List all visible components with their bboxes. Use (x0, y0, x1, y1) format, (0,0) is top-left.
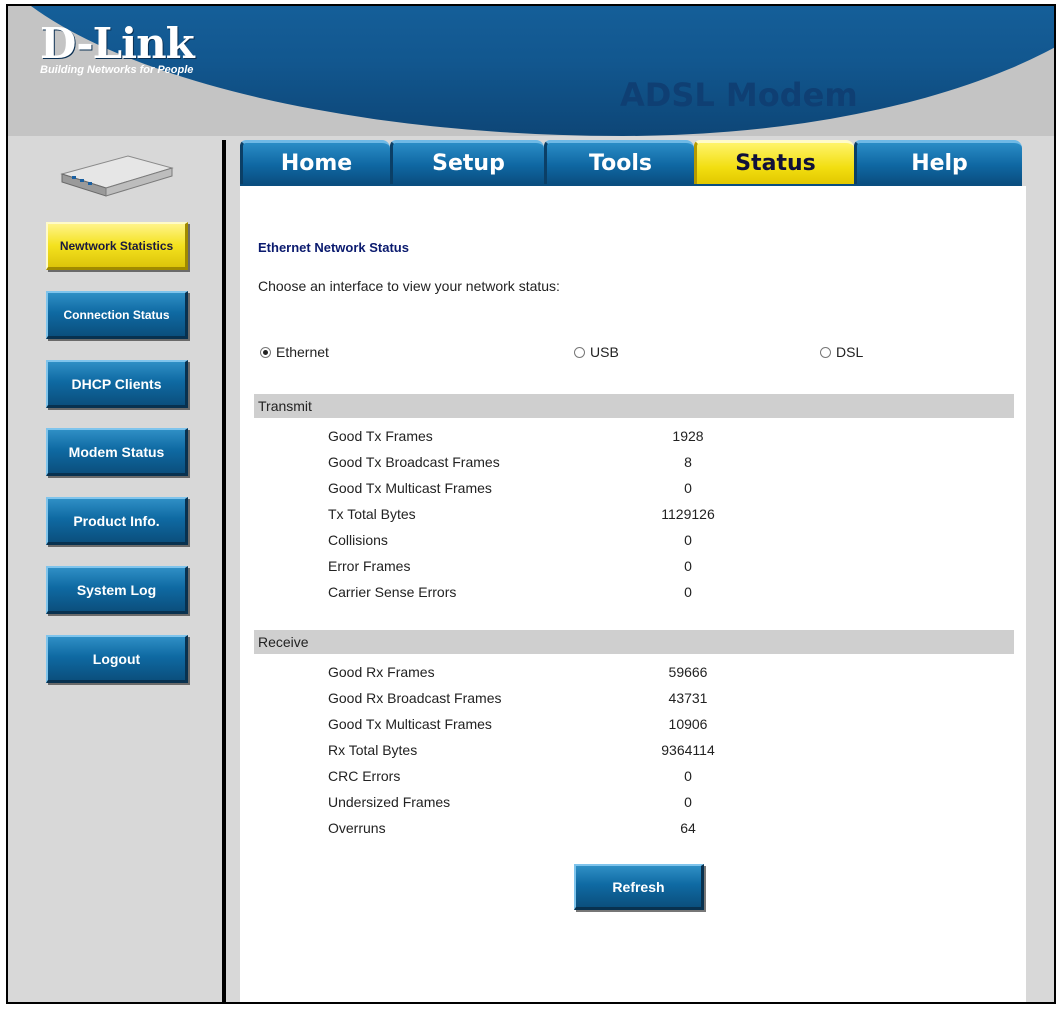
sidebar-item-product-info[interactable]: Product Info. (46, 497, 188, 545)
stat-value: 64 (680, 820, 696, 836)
sidebar-item-label: Newtwork Statistics (59, 238, 174, 253)
interface-prompt: Choose an interface to view your network… (258, 278, 560, 294)
tab-label: Setup (432, 151, 505, 176)
stat-value: 9364114 (661, 742, 715, 758)
table-row: Collisions 0 (328, 532, 828, 558)
page-title: Ethernet Network Status (258, 240, 409, 255)
tab-home[interactable]: Home (240, 140, 390, 184)
refresh-label: Refresh (612, 878, 665, 895)
stat-label: Good Tx Broadcast Frames (328, 454, 500, 470)
tab-setup[interactable]: Setup (390, 140, 544, 184)
stat-value: 43731 (668, 690, 708, 706)
page-frame: D-Link Building Networks for People ADSL… (6, 4, 1056, 1004)
sidebar-item-connection-status[interactable]: Connection Status (46, 291, 188, 339)
tab-help[interactable]: Help (854, 140, 1022, 184)
radio-unselected-icon[interactable] (820, 346, 831, 358)
tab-label: Tools (589, 151, 652, 176)
sidebar-item-logout[interactable]: Logout (46, 635, 188, 683)
stat-value: 0 (684, 558, 692, 574)
stat-value: 0 (684, 480, 692, 496)
sidebar-item-label: Modem Status (68, 443, 165, 460)
stat-label: Good Rx Broadcast Frames (328, 690, 502, 706)
sidebar-item-label: System Log (76, 581, 157, 598)
sidebar-item-system-log[interactable]: System Log (46, 566, 188, 614)
stat-value: 1129126 (661, 506, 715, 522)
stat-label: Good Rx Frames (328, 664, 435, 680)
tab-status[interactable]: Status (694, 140, 854, 184)
sidebar-item-label: Product Info. (73, 512, 160, 529)
stat-value: 0 (684, 584, 692, 600)
tab-label: Home (280, 151, 353, 176)
stat-label: Undersized Frames (328, 794, 451, 810)
stat-value: 0 (684, 794, 692, 810)
tab-label: Status (735, 151, 816, 176)
stat-label: Good Tx Multicast Frames (328, 716, 492, 732)
radio-label: Ethernet (276, 344, 329, 360)
stat-value: 8 (684, 454, 692, 470)
stat-label: Error Frames (328, 558, 411, 574)
main-content: Ethernet Network Status Choose an interf… (240, 186, 1026, 1002)
radio-usb[interactable]: USB (574, 344, 619, 360)
stat-value: 59666 (668, 664, 708, 680)
sidebar-item-label: DHCP Clients (71, 375, 162, 392)
transmit-header: Transmit (254, 394, 1014, 418)
tab-label: Help (911, 151, 968, 176)
table-row: Good Rx Broadcast Frames 43731 (328, 690, 828, 716)
dlink-logo: D-Link Building Networks for People (40, 19, 195, 77)
stat-label: Rx Total Bytes (328, 742, 418, 758)
tab-tools[interactable]: Tools (544, 140, 694, 184)
table-row: CRC Errors 0 (328, 768, 828, 794)
table-row: Error Frames 0 (328, 558, 828, 584)
radio-ethernet[interactable]: Ethernet (260, 344, 329, 360)
brand-tagline: Building Networks for People (40, 64, 194, 76)
stat-label: CRC Errors (328, 768, 401, 784)
stat-label: Good Tx Multicast Frames (328, 480, 492, 496)
radio-dsl[interactable]: DSL (820, 344, 863, 360)
table-row: Good Tx Frames 1928 (328, 428, 828, 454)
receive-header: Receive (254, 630, 1014, 654)
sidebar-divider (222, 140, 226, 1002)
table-row: Tx Total Bytes 1129126 (328, 506, 828, 532)
stat-label: Collisions (328, 532, 388, 548)
table-row: Rx Total Bytes 9364114 (328, 742, 828, 768)
sidebar-item-label: Logout (92, 650, 141, 667)
refresh-button[interactable]: Refresh (574, 864, 704, 910)
table-row: Good Tx Multicast Frames 0 (328, 480, 828, 506)
table-row: Good Tx Multicast Frames 10906 (328, 716, 828, 742)
radio-label: USB (590, 344, 619, 360)
brand-name: D-Link (40, 19, 195, 68)
table-row: Carrier Sense Errors 0 (328, 584, 828, 610)
table-row: Overruns 64 (328, 820, 828, 846)
radio-label: DSL (836, 344, 864, 360)
radio-unselected-icon[interactable] (574, 346, 585, 358)
sidebar-item-label: Connection Status (63, 307, 170, 322)
table-row: Good Rx Frames 59666 (328, 664, 828, 690)
stat-value: 1928 (672, 428, 704, 444)
stat-value: 0 (684, 532, 692, 548)
stat-value: 0 (684, 768, 692, 784)
radio-selected-icon[interactable] (260, 346, 271, 358)
sidebar-item-modem-status[interactable]: Modem Status (46, 428, 188, 476)
sidebar-item-dhcp-clients[interactable]: DHCP Clients (46, 360, 188, 408)
modem-device-icon (60, 155, 174, 197)
header: D-Link Building Networks for People ADSL… (8, 6, 1054, 136)
product-title: ADSL Modem (620, 76, 858, 114)
stat-label: Overruns (328, 820, 386, 836)
stat-label: Carrier Sense Errors (328, 584, 457, 600)
stat-label: Tx Total Bytes (328, 506, 416, 522)
sidebar-item-network-statistics[interactable]: Newtwork Statistics (46, 222, 188, 270)
stat-label: Good Tx Frames (328, 428, 433, 444)
table-row: Undersized Frames 0 (328, 794, 828, 820)
table-row: Good Tx Broadcast Frames 8 (328, 454, 828, 480)
stat-value: 10906 (668, 716, 708, 732)
